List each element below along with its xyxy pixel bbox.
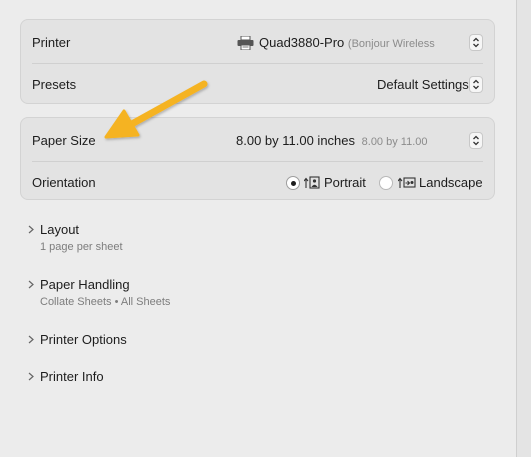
section-summary: Collate Sheets • All Sheets [40,296,171,308]
section-title: Paper Handling [40,277,130,292]
printer-select[interactable]: Quad3880-Pro (Bonjour Wireless [259,35,435,50]
paper-orientation-group: Paper Size 8.00 by 11.00 inches 8.00 by … [20,117,495,200]
orientation-row: Orientation Portrait Landscape [32,161,483,203]
printer-row: Printer Quad3880-Pro (Bonjour Wireless [21,22,494,63]
paper-size-secondary: 8.00 by 11.00 [361,136,428,148]
chevron-right-icon [28,280,34,289]
updown-chevron-icon [473,79,479,90]
presets-stepper[interactable] [469,76,483,93]
printer-connection: (Bonjour Wireless [347,38,435,50]
updown-chevron-icon [473,135,479,146]
orientation-label: Orientation [32,175,96,190]
printer-name: Quad3880-Pro [259,35,345,50]
updown-chevron-icon [473,37,479,48]
portrait-radio[interactable] [286,176,300,190]
chevron-right-icon [28,372,34,381]
printer-icon [237,35,254,55]
chevron-right-icon [28,225,34,234]
paper-size-select[interactable]: 8.00 by 11.00 inches 8.00 by 11.00 [236,133,428,148]
section-title: Layout [40,222,80,237]
landscape-radio[interactable] [379,176,393,190]
portrait-option-label[interactable]: Portrait [324,175,366,190]
printer-stepper[interactable] [469,34,483,51]
section-summary: 1 page per sheet [40,241,123,253]
annotation-arrow-icon [104,80,208,139]
portrait-orientation-icon [303,176,320,194]
paper-size-label: Paper Size [32,133,96,148]
presets-select[interactable]: Default Settings [377,77,469,92]
scrollbar-track[interactable] [517,0,531,457]
section-title: Printer Options [40,332,127,347]
presets-label: Presets [32,77,77,92]
paper-size-row: Paper Size 8.00 by 11.00 inches 8.00 by … [21,120,494,161]
landscape-orientation-icon [397,176,416,194]
chevron-right-icon [28,335,34,344]
landscape-option-label[interactable]: Landscape [419,175,483,190]
section-title: Printer Info [40,369,104,384]
printer-presets-group: Printer Quad3880-Pro (Bonjour Wireless P… [20,19,495,104]
printer-label: Printer [32,35,71,50]
paper-size-stepper[interactable] [469,132,483,149]
print-dialog-panel: Printer Quad3880-Pro (Bonjour Wireless P… [0,0,517,457]
paper-size-value: 8.00 by 11.00 inches [236,133,356,148]
